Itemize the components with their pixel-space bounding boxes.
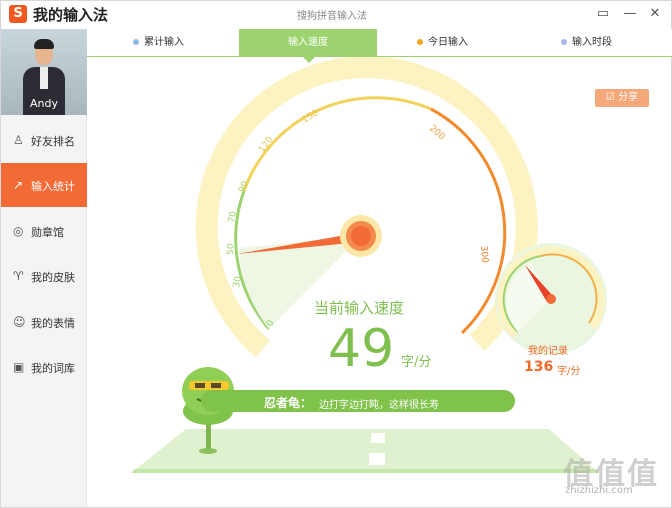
input-method-window: S 我的输入法 搜狗拼音输入法 ▭ — ✕ Andy ♙ 好友排名 ↗ 输入统计…: [0, 0, 672, 508]
sidebar-item-label: 好友排名: [31, 135, 75, 148]
title-bar: S 我的输入法 搜狗拼音输入法 ▭ — ✕: [1, 1, 671, 29]
gauge-tick-label: 200: [427, 124, 447, 143]
sidebar-item-label: 勋章馆: [31, 226, 64, 239]
sidebar-item-skins[interactable]: ♈ 我的皮肤: [1, 254, 87, 298]
record-label: 我的记录: [528, 346, 568, 357]
tab-cumulative-input[interactable]: 累计输入: [133, 29, 184, 57]
smile-icon: ☺: [13, 315, 26, 329]
minimize-icon[interactable]: —: [621, 5, 639, 23]
speed-title-name: 忍者龟：: [264, 396, 313, 410]
road-dash: [371, 433, 385, 443]
sogou-logo-icon: S: [9, 5, 27, 23]
sidebar-item-friends-ranking[interactable]: ♙ 好友排名: [1, 118, 87, 162]
gauge-tick-label: 300: [478, 245, 489, 263]
sidebar-item-emoticons[interactable]: ☺ 我的表情: [1, 300, 87, 344]
current-speed-label: 当前输入速度: [314, 299, 405, 317]
sidebar-item-label: 我的表情: [31, 317, 75, 330]
friends-icon: ♙: [13, 133, 24, 147]
shirt-icon: ♈: [13, 269, 24, 283]
window-title: 搜狗拼音输入法: [297, 11, 367, 22]
sidebar-item-label: 我的皮肤: [31, 271, 75, 284]
sidebar-item-label: 输入统计: [31, 180, 75, 193]
user-name: Andy: [30, 97, 58, 110]
watermark-url: zhizhizhi.com: [565, 485, 633, 496]
sidebar-item-input-stats[interactable]: ↗ 输入统计: [1, 163, 87, 207]
tab-input-time[interactable]: 输入时段: [561, 29, 612, 57]
book-icon: ▣: [13, 360, 25, 374]
app-title: 我的输入法: [33, 6, 109, 24]
tab-today-input[interactable]: 今日输入: [417, 29, 468, 57]
sidebar-item-dictionary[interactable]: ▣ 我的词库: [1, 345, 87, 389]
sidebar: Andy ♙ 好友排名 ↗ 输入统计 ◎ 勋章馆 ♈ 我的皮肤 ☺ 我的表情 ▣…: [1, 29, 87, 507]
record-unit: 字/分: [557, 366, 581, 377]
sidebar-item-medals[interactable]: ◎ 勋章馆: [1, 209, 87, 253]
speed-gauge: 0 30 50 70 90 120 150 200 300: [131, 57, 607, 473]
gauge-tick-label: 70: [227, 210, 239, 223]
tab-bar: 累计输入 输入速度 今日输入 输入时段: [87, 29, 672, 63]
close-icon[interactable]: ✕: [646, 5, 664, 23]
gauge-tick-label: 50: [226, 243, 236, 255]
current-speed-unit: 字/分: [401, 355, 432, 370]
gauge-tick-label: 30: [232, 275, 244, 288]
tab-input-speed[interactable]: 输入速度: [239, 29, 377, 63]
tab-dot-icon: [561, 39, 567, 45]
road-dash: [369, 453, 385, 465]
tab-dot-icon: [417, 39, 423, 45]
avatar[interactable]: Andy: [1, 29, 87, 115]
current-speed-value: 49: [328, 319, 395, 379]
medal-icon: ◎: [13, 224, 24, 238]
chart-icon: ↗: [13, 178, 24, 192]
tab-dot-icon: [133, 39, 139, 45]
record-value: 136: [524, 359, 554, 375]
speed-title-text: 边打字边打盹，这样很长寿: [319, 400, 439, 411]
skin-icon[interactable]: ▭: [594, 5, 612, 23]
sidebar-item-label: 我的词库: [31, 362, 75, 375]
